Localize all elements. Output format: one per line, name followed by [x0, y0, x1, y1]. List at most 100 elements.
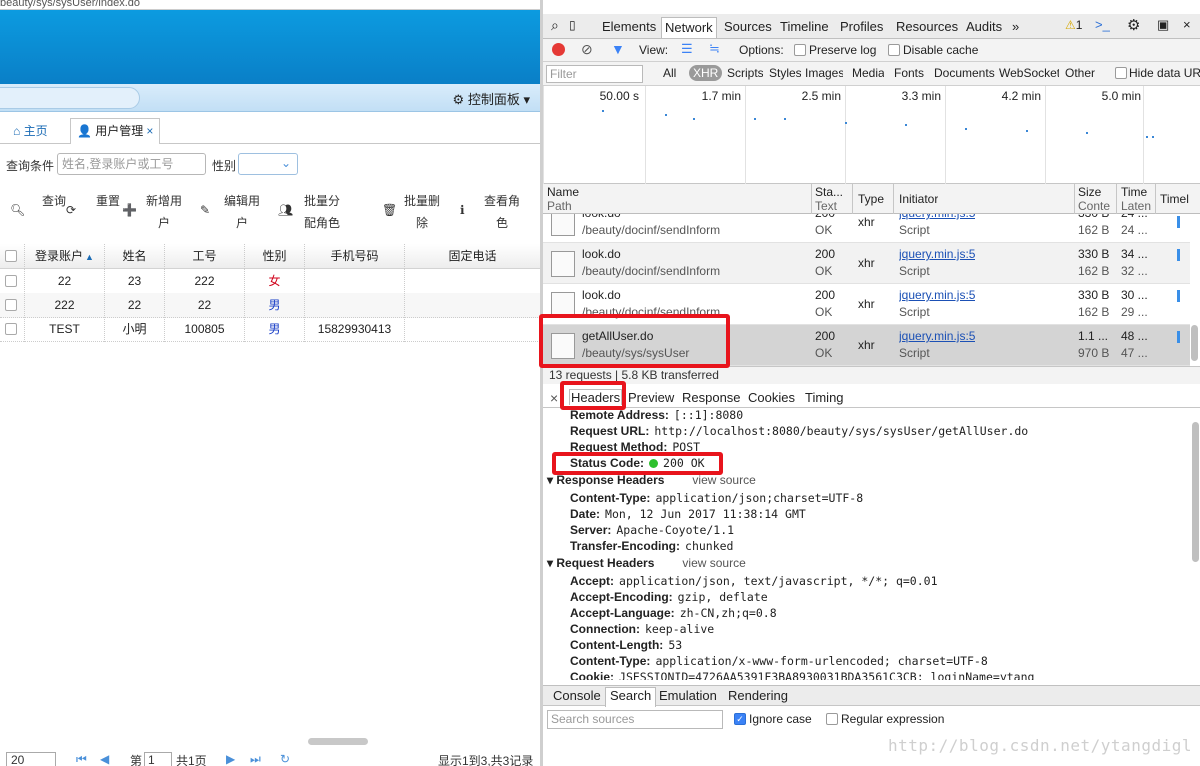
warning-icon[interactable]: ⚠1	[1065, 18, 1082, 32]
col-size-header[interactable]: Size Conte	[1078, 185, 1114, 213]
address-bar[interactable]: beauty/sys/sysUser/index.do	[0, 0, 540, 10]
close-details-icon[interactable]: ×	[550, 390, 558, 406]
devtools-tab-sources[interactable]: Sources	[721, 17, 775, 38]
table-row[interactable]: TEST 小明 100805 男 15829930413	[0, 317, 540, 342]
devtools-tab-network[interactable]: Network	[661, 17, 717, 38]
tab-home[interactable]: ⌂ 主页	[6, 118, 55, 144]
filter-input[interactable]: Filter	[546, 65, 643, 83]
header-search-pill[interactable]	[0, 87, 140, 109]
toolbar-button-6[interactable]: ℹ 查看角色	[458, 186, 526, 236]
request-initiator-link[interactable]: jquery.min.js:5	[899, 328, 975, 345]
drawer-tab-search[interactable]: Search	[605, 687, 657, 707]
request-row[interactable]: look.do/beauty/docinf/sendInform200OKxhr…	[543, 214, 1190, 243]
col-phone[interactable]: 手机号码	[305, 244, 405, 269]
request-headers-section[interactable]: ▾ Request Headers view source	[547, 555, 746, 571]
col-timeline-header[interactable]: Timel	[1160, 192, 1200, 206]
col-name[interactable]: 姓名	[105, 244, 165, 269]
toolbar-button-3[interactable]: ✎ 编辑用户	[198, 186, 266, 236]
filter-type-scripts[interactable]: Scripts	[727, 66, 763, 80]
dock-side-icon[interactable]: ▣	[1157, 17, 1169, 33]
col-initiator-header[interactable]: Initiator	[899, 192, 938, 206]
close-devtools-icon[interactable]: ×	[1183, 17, 1191, 32]
request-initiator-link[interactable]: jquery.min.js:5	[899, 246, 975, 263]
search-sources-input[interactable]: Search sources	[547, 710, 723, 729]
devtools-tab-more[interactable]: »	[1009, 17, 1022, 38]
tab-timing[interactable]: Timing	[805, 390, 844, 405]
table-row[interactable]: 222 22 22 男	[0, 293, 540, 318]
drawer-tab-console[interactable]: Console	[549, 688, 605, 703]
filter-type-other[interactable]: Other	[1065, 66, 1099, 80]
col-time-header[interactable]: Time Laten	[1121, 185, 1153, 213]
col-number[interactable]: 工号	[165, 244, 245, 269]
clear-icon[interactable]: ⊘	[581, 41, 593, 58]
preserve-log-checkbox[interactable]	[794, 44, 806, 56]
filter-type-xhr[interactable]: XHR	[689, 65, 723, 81]
tab-cookies[interactable]: Cookies	[748, 390, 795, 405]
drawer-tab-rendering[interactable]: Rendering	[724, 688, 792, 703]
filter-type-websockets[interactable]: WebSockets	[999, 66, 1059, 80]
search-input[interactable]: 姓名,登录账户或工号	[57, 153, 206, 175]
regex-checkbox[interactable]	[826, 713, 838, 725]
details-scrollbar[interactable]	[1192, 422, 1199, 562]
devtools-tab-audits[interactable]: Audits	[963, 17, 1005, 38]
col-status-header[interactable]: Sta... Text	[815, 185, 849, 213]
ignore-case-checkbox[interactable]: ✓	[734, 713, 746, 725]
filter-funnel-icon[interactable]: ▼	[611, 41, 625, 57]
request-content-size: 162 B	[1078, 264, 1110, 278]
filter-type-media[interactable]: Media	[852, 66, 884, 80]
filter-type-documents[interactable]: Documents	[934, 66, 996, 80]
control-panel-menu[interactable]: ⚙ 控制面板 ▾	[453, 89, 530, 108]
inspect-search-icon[interactable]: ⌕	[551, 17, 559, 34]
toolbar-button-2[interactable]: ➕ 新增用户	[120, 186, 188, 236]
tab-preview[interactable]: Preview	[628, 390, 674, 405]
next-page-icon[interactable]: ▶	[226, 752, 235, 766]
table-row[interactable]: 22 23 222 女	[0, 269, 540, 294]
waterfall-view-icon[interactable]: ≒	[709, 41, 720, 57]
filter-type-all[interactable]: All	[663, 66, 685, 80]
toolbar-button-5[interactable]: 🗑︎ 批量删除	[380, 186, 446, 236]
devtools-tab-resources[interactable]: Resources	[893, 17, 961, 38]
filter-type-fonts[interactable]: Fonts	[894, 66, 926, 80]
gender-select[interactable]: ⌄	[238, 153, 298, 175]
timeline-tick-label: 1.7 min	[701, 89, 741, 103]
tab-response[interactable]: Response	[682, 390, 741, 405]
filter-type-images[interactable]: Images	[805, 66, 843, 80]
request-list-scrollbar[interactable]	[1191, 325, 1198, 361]
first-page-icon[interactable]: ⏮	[76, 752, 87, 766]
col-tel[interactable]: 固定电话	[405, 244, 540, 269]
toolbar-button-4[interactable]: 👥︎ 批量分配角色	[276, 186, 346, 236]
devtools-tab-profiles[interactable]: Profiles	[837, 17, 886, 38]
horizontal-scrollbar[interactable]	[308, 738, 368, 745]
hide-data-urls-checkbox[interactable]	[1115, 67, 1127, 79]
col-name-header[interactable]: Name Path	[547, 185, 807, 213]
col-gender[interactable]: 性别	[245, 244, 305, 269]
disable-cache-checkbox[interactable]	[888, 44, 900, 56]
devtools-tab-timeline[interactable]: Timeline	[777, 17, 832, 38]
cell-phone: 15829930413	[305, 317, 405, 342]
page-size-select[interactable]: 20	[6, 752, 56, 766]
info-icon: ℹ	[460, 203, 465, 217]
view-source-link[interactable]: view source	[682, 556, 745, 570]
last-page-icon[interactable]: ⏭	[250, 752, 261, 766]
filter-type-styles[interactable]: Styles	[769, 66, 801, 80]
settings-gear-icon[interactable]: ⚙	[1127, 16, 1140, 34]
devtools-tab-elements[interactable]: Elements	[599, 17, 659, 38]
device-mode-icon[interactable]: ▯	[569, 18, 576, 32]
request-initiator-link[interactable]: jquery.min.js:5	[899, 287, 975, 304]
console-drawer-icon[interactable]: >_	[1095, 17, 1110, 32]
list-view-icon[interactable]: ☰	[681, 41, 693, 57]
prev-page-icon[interactable]: ◀	[100, 752, 109, 766]
col-type-header[interactable]: Type	[858, 192, 884, 206]
cell-no: 22	[165, 293, 245, 318]
request-initiator-link[interactable]: jquery.min.js:5	[899, 214, 975, 222]
reload-icon[interactable]: ↻	[280, 752, 290, 766]
page-input[interactable]: 1	[144, 752, 172, 766]
network-overview-timeline[interactable]: 50.00 s 1.7 min 2.5 min 3.3 min 4.2 min 5.0 m…	[543, 86, 1200, 184]
request-row[interactable]: look.do/beauty/docinf/sendInform200OKxhr…	[543, 243, 1190, 284]
close-icon[interactable]: ×	[146, 124, 153, 138]
record-icon[interactable]	[552, 43, 565, 56]
view-source-link[interactable]: view source	[692, 473, 755, 487]
col-account[interactable]: 登录账户 ▲	[25, 244, 105, 269]
tab-user-management[interactable]: 👤 用户管理 ×	[70, 118, 161, 144]
drawer-tab-emulation[interactable]: Emulation	[655, 688, 721, 703]
